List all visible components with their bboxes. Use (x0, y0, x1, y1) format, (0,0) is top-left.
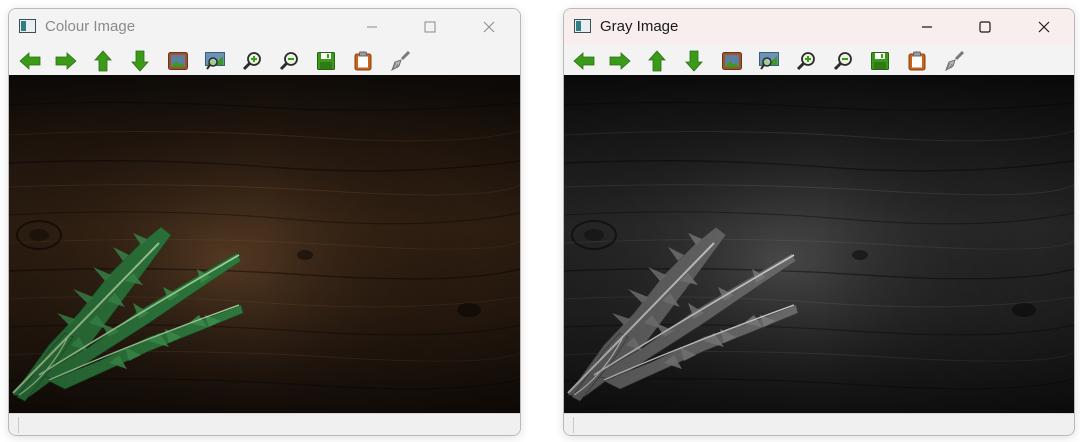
close-icon (483, 21, 495, 33)
close-button[interactable] (1020, 9, 1068, 45)
pan-up-button[interactable] (644, 49, 670, 73)
status-separator (573, 417, 574, 433)
picture-icon (722, 52, 742, 70)
zoom-in-button[interactable] (793, 49, 819, 73)
window-title: Colour Image (45, 18, 136, 35)
title-bar[interactable]: Colour Image (9, 9, 520, 45)
arrow-right-icon (55, 52, 77, 70)
pan-down-button[interactable] (681, 49, 707, 73)
clipboard-icon (354, 51, 372, 71)
save-icon (317, 52, 335, 70)
pan-left-button[interactable] (17, 49, 43, 73)
clipboard-icon (908, 51, 926, 71)
status-separator (18, 417, 19, 433)
pan-right-button[interactable] (53, 49, 79, 73)
arrow-down-icon (131, 50, 149, 72)
zoom-fit-button[interactable] (202, 49, 228, 73)
arrow-left-icon (19, 52, 41, 70)
status-bar (564, 413, 1074, 435)
maximize-button[interactable] (961, 9, 1009, 45)
pan-down-button[interactable] (127, 49, 153, 73)
minimize-button[interactable] (348, 9, 396, 45)
zoom-picture-icon (759, 52, 779, 70)
zoom-original-button[interactable] (165, 49, 191, 73)
zoom-fit-button[interactable] (756, 49, 782, 73)
close-button[interactable] (465, 9, 513, 45)
brush-icon (945, 51, 964, 71)
colour-image-view[interactable] (9, 75, 520, 413)
gray-image-window[interactable]: Gray Image (563, 8, 1075, 436)
title-bar[interactable]: Gray Image (564, 9, 1074, 45)
zoom-in-icon (242, 52, 261, 71)
arrow-down-icon (685, 50, 703, 72)
zoom-original-button[interactable] (719, 49, 745, 73)
properties-button[interactable] (941, 49, 967, 73)
minimize-button[interactable] (903, 9, 951, 45)
pan-left-button[interactable] (571, 49, 597, 73)
fern-on-wood-photo (9, 75, 520, 413)
arrow-up-icon (94, 50, 112, 72)
zoom-out-icon (833, 52, 852, 71)
close-icon (1038, 21, 1050, 33)
zoom-out-button[interactable] (276, 49, 302, 73)
zoom-out-icon (279, 52, 298, 71)
app-window-icon (574, 19, 591, 33)
arrow-right-icon (609, 52, 631, 70)
picture-icon (168, 52, 188, 70)
maximize-button[interactable] (406, 9, 454, 45)
status-bar (9, 413, 520, 435)
brush-icon (391, 51, 410, 71)
save-icon (871, 52, 889, 70)
fern-on-wood-grayscale-photo (564, 75, 1074, 413)
zoom-in-button[interactable] (239, 49, 265, 73)
window-title: Gray Image (600, 18, 679, 35)
save-button[interactable] (867, 49, 893, 73)
zoom-picture-icon (205, 52, 225, 70)
arrow-left-icon (573, 52, 595, 70)
save-button[interactable] (313, 49, 339, 73)
arrow-up-icon (648, 50, 666, 72)
pan-up-button[interactable] (90, 49, 116, 73)
properties-button[interactable] (387, 49, 413, 73)
maximize-icon (979, 21, 991, 33)
app-window-icon (19, 19, 36, 33)
gray-image-view[interactable] (564, 75, 1074, 413)
colour-image-window[interactable]: Colour Image (8, 8, 521, 436)
pan-right-button[interactable] (607, 49, 633, 73)
copy-button[interactable] (350, 49, 376, 73)
minimize-icon (922, 26, 932, 28)
toolbar (564, 45, 1074, 75)
zoom-out-button[interactable] (830, 49, 856, 73)
maximize-icon (424, 21, 436, 33)
minimize-icon (367, 26, 377, 28)
copy-button[interactable] (904, 49, 930, 73)
toolbar (9, 45, 520, 75)
zoom-in-icon (796, 52, 815, 71)
